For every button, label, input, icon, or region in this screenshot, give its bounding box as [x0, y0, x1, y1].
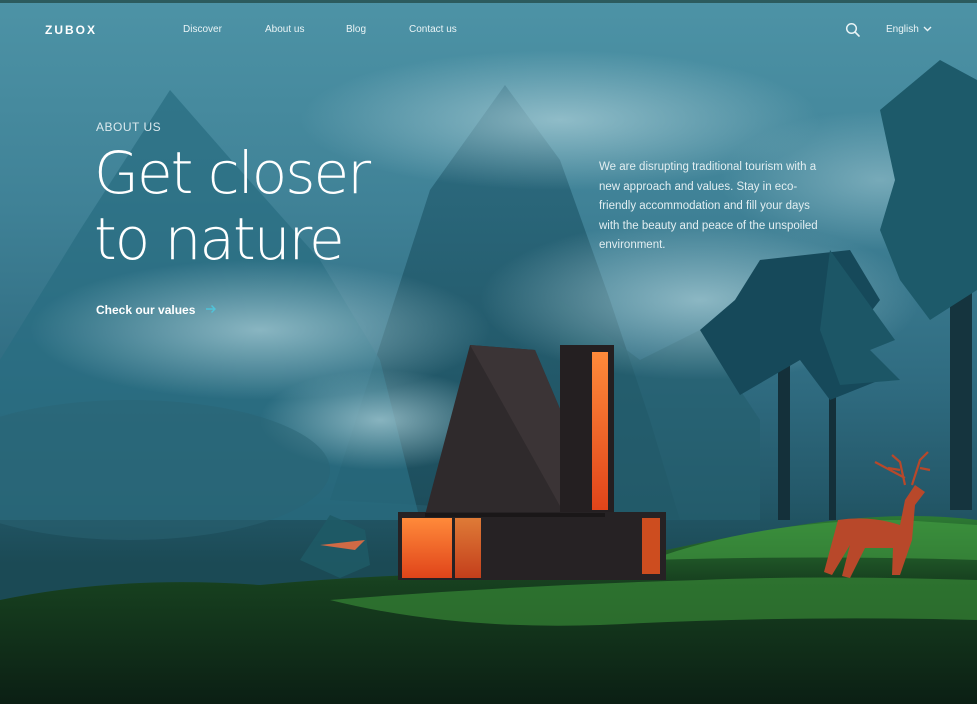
check-values-link[interactable]: Check our values [96, 303, 217, 317]
headline-line-2: to nature [94, 205, 345, 273]
nav-item-about-us[interactable]: About us [265, 24, 304, 35]
nav-item-discover[interactable]: Discover [183, 24, 222, 35]
hero-illustration [0, 50, 977, 704]
arrow-right-icon [205, 303, 217, 317]
hero-headline: Get closer to nature [94, 140, 454, 272]
hero-section: ZUBOX Discover About us Blog Contact us … [0, 0, 977, 704]
nav-item-contact-us[interactable]: Contact us [409, 24, 457, 35]
top-border [0, 0, 977, 3]
search-icon[interactable] [845, 22, 861, 38]
brand-logo[interactable]: ZUBOX [45, 23, 97, 37]
language-selector[interactable]: English [886, 24, 932, 35]
hero-description: We are disrupting traditional tourism wi… [599, 161, 818, 251]
nav-item-blog[interactable]: Blog [346, 24, 366, 35]
chevron-down-icon [923, 24, 932, 35]
language-label: English [886, 24, 919, 35]
headline-line-1: Get closer [94, 139, 371, 207]
cta-label: Check our values [96, 303, 196, 317]
section-eyebrow: ABOUT US [96, 120, 162, 134]
